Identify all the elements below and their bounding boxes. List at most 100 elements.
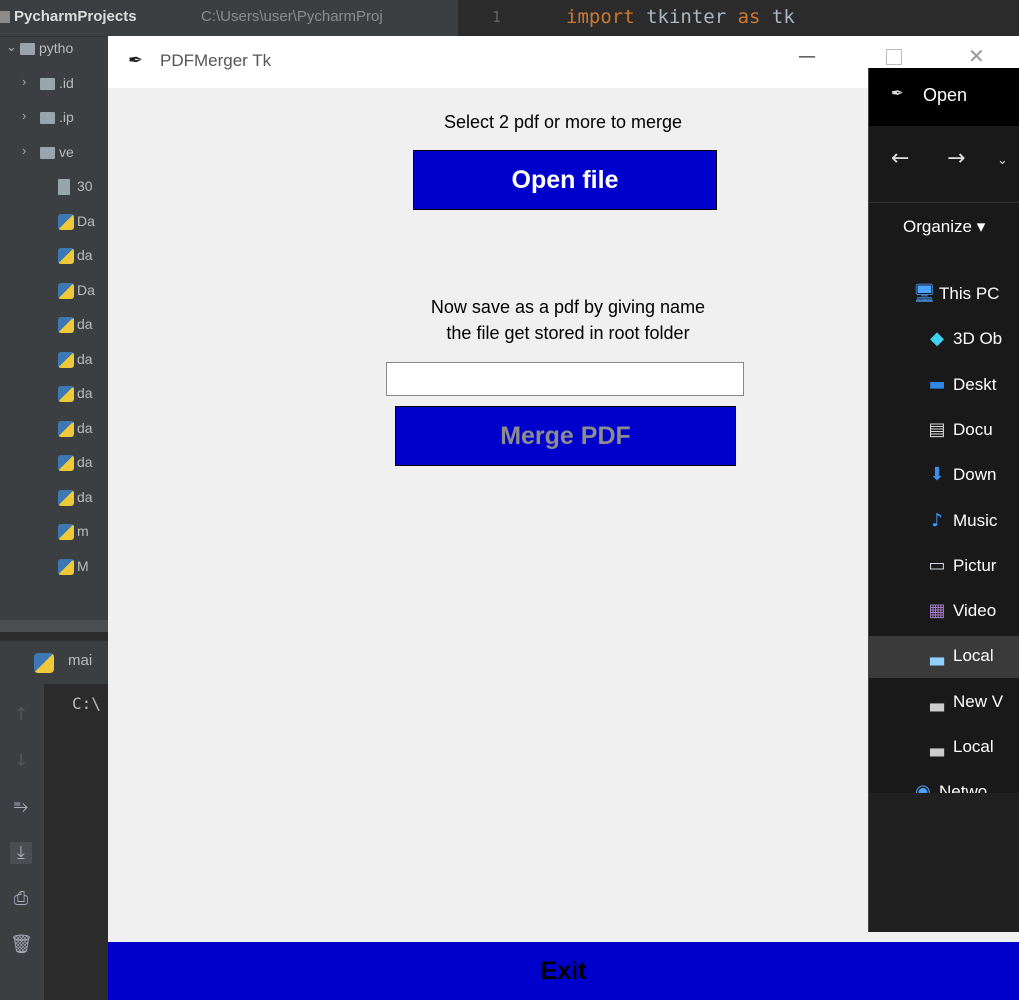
folder-icon [40, 146, 55, 159]
tree-item-label: da [77, 454, 93, 470]
minimize-button[interactable]: — [798, 46, 816, 67]
nav-pane-item[interactable]: ▦ Video [869, 591, 1019, 633]
python-file-icon [58, 455, 74, 471]
python-file-icon [58, 386, 74, 402]
tree-item-label: da [77, 488, 93, 505]
nav-pane-item[interactable]: ▃ New V [869, 682, 1019, 724]
project-path: C:\Users\user\PycharmProj [201, 8, 383, 25]
nav-pane-item[interactable]: ♪ Music [869, 501, 1019, 543]
nav-pane-label: 3D Ob [953, 329, 1003, 349]
nav-pane-item[interactable]: ▭ Pictur [869, 546, 1019, 588]
chevron-right-icon[interactable]: › [22, 74, 26, 89]
line-number: 1 [492, 8, 502, 26]
chevron-down-icon[interactable]: ⌄ [6, 39, 17, 55]
chevron-down-icon[interactable]: ⌄ [997, 153, 1008, 168]
tree-item[interactable]: Da [0, 212, 108, 234]
nav-pane-item[interactable]: 🖥 This PC [869, 274, 1019, 316]
dialog-titlebar[interactable]: ✒ Open [869, 68, 1019, 126]
folder-icon [0, 11, 10, 23]
nav-pane-label: Local [953, 737, 994, 756]
chevron-right-icon[interactable]: › [22, 108, 26, 123]
pictures-icon: ▭ [928, 554, 946, 576]
folder-icon [20, 43, 35, 55]
back-arrow-icon[interactable]: ← [891, 146, 909, 171]
tree-item[interactable]: da [0, 350, 108, 372]
nav-pane-item[interactable]: ▃ Local [869, 727, 1019, 769]
code-line[interactable]: import tkinter as tk [566, 6, 795, 28]
arrow-up-icon[interactable]: ↑ [10, 704, 32, 726]
tree-item-label: pytho [39, 40, 74, 56]
project-name[interactable]: PycharmProjects [14, 8, 137, 25]
save-instruction: Now save as a pdf by giving name the fil… [358, 294, 778, 346]
nav-pane-label: New V [953, 691, 1004, 711]
nav-pane-item[interactable]: ▤ Docu [869, 410, 1019, 452]
music-icon: ♪ [931, 509, 943, 531]
close-button[interactable]: ✕ [968, 44, 985, 68]
chevron-right-icon[interactable]: › [22, 143, 26, 158]
python-file-icon [58, 489, 74, 506]
organize-menu[interactable]: Organize ▾ [903, 217, 985, 237]
tree-item[interactable]: › .id [0, 74, 108, 96]
feather-icon: ✒ [891, 84, 904, 102]
tree-item-label: da [77, 316, 93, 332]
arrow-down-icon[interactable]: ↓ [10, 750, 32, 772]
run-toolbar: ↑ ↓ ⥱ ⤓ ⎙ 🗑 [0, 684, 44, 1000]
merge-pdf-button[interactable]: Merge PDF [395, 406, 736, 466]
nav-pane-item[interactable]: ⬇ Down [869, 455, 1019, 497]
document-icon: ▤ [928, 418, 946, 440]
folder-icon [40, 77, 55, 90]
tree-item[interactable]: › .ip [0, 108, 108, 130]
nav-pane-item[interactable]: ▬ Deskt [869, 365, 1019, 407]
exit-button[interactable]: Exit [108, 942, 1019, 1000]
console-output: C:\ [72, 694, 101, 713]
local-disk-icon: ▃ [930, 645, 944, 667]
forward-arrow-icon[interactable]: → [947, 146, 965, 171]
file-icon [58, 179, 70, 195]
dialog-title: Open [923, 85, 968, 105]
python-file-icon [58, 248, 74, 264]
tree-item[interactable]: M [0, 557, 108, 579]
tree-item[interactable]: da [0, 488, 108, 510]
dialog-nav-pane: 🖥 This PC ◆ 3D Ob ▬ Deskt ▤ Docu ⬇ Down ♪ Music ▭ Pic… [869, 258, 1019, 793]
save-instruction-line1: Now save as a pdf by giving name [430, 297, 706, 317]
tree-item[interactable]: da [0, 384, 108, 406]
dialog-bottom-panel [869, 793, 1019, 932]
tree-scrollbar[interactable] [0, 620, 108, 632]
maximize-button[interactable] [886, 49, 902, 65]
tree-item[interactable]: da [0, 453, 108, 475]
tree-item[interactable]: 30 [0, 177, 108, 199]
python-file-icon [58, 420, 74, 437]
python-file-icon [58, 317, 74, 333]
filename-input[interactable] [386, 362, 744, 396]
trash-icon[interactable]: 🗑 [10, 934, 33, 956]
save-instruction-line2: the file get stored in root folder [446, 323, 690, 343]
folder-icon [40, 112, 55, 124]
nav-pane-label: Local [953, 646, 994, 666]
desktop-icon: ▬ [928, 373, 946, 395]
dialog-nav-bar: ← → ⌄ [869, 126, 1019, 202]
nav-pane-item[interactable]: ◉ Netwo [869, 772, 1019, 793]
soft-wrap-icon[interactable]: ⥱ [10, 796, 32, 818]
tree-item-label: 30 [77, 178, 93, 194]
open-file-button[interactable]: Open file [413, 150, 717, 210]
tree-item-label: M [77, 557, 89, 574]
tree-item[interactable]: da [0, 315, 108, 337]
run-console[interactable] [44, 684, 108, 1000]
print-icon[interactable]: ⎙ [10, 888, 32, 910]
nav-pane-item[interactable]: ▃ Local [869, 636, 1019, 679]
feather-icon: ✒ [128, 50, 144, 71]
nav-pane-item[interactable]: ◆ 3D Ob [869, 319, 1019, 361]
nav-pane-label: Pictur [953, 555, 997, 575]
tree-item[interactable]: da [0, 419, 108, 441]
tree-item-label: da [77, 247, 93, 263]
tree-item-label: m [77, 523, 89, 539]
tree-item[interactable]: › ve [0, 143, 108, 165]
tree-item-label: da [77, 350, 93, 367]
tree-item[interactable]: m [0, 522, 108, 544]
scroll-to-end-icon[interactable]: ⤓ [10, 842, 32, 864]
tree-item[interactable]: da [0, 246, 108, 268]
tree-item-label: ve [59, 143, 74, 160]
run-tab-label: mai [68, 652, 93, 669]
tree-item[interactable]: ⌄ pytho [0, 39, 108, 61]
tree-item[interactable]: Da [0, 281, 108, 303]
